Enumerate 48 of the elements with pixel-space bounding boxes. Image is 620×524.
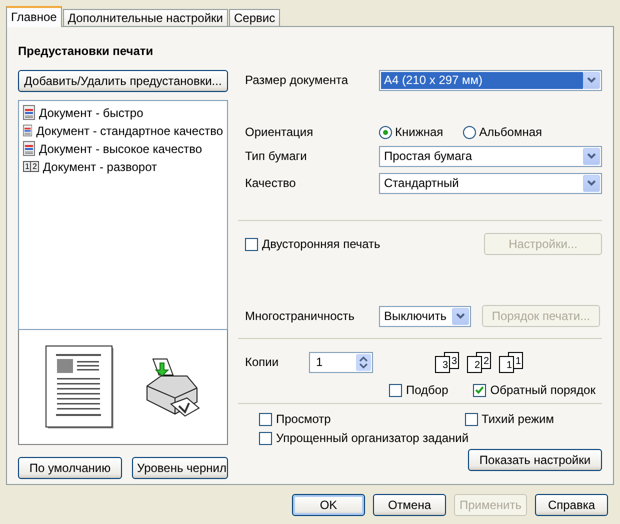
dialog-button[interactable]: Справка — [535, 494, 608, 516]
ink-level-button[interactable]: Уровень чернил — [132, 457, 228, 479]
checkbox-label: Тихий режим — [482, 412, 554, 426]
checkbox-label: Подбор — [406, 383, 448, 397]
radio-label: Альбомная — [479, 125, 542, 139]
document-icon — [23, 123, 32, 138]
copies-spinner[interactable]: 1 — [309, 352, 373, 372]
preset-item[interactable]: Документ - стандартное качество — [36, 124, 223, 138]
radio-button[interactable] — [463, 126, 476, 138]
dropdown[interactable]: Простая бумага — [379, 146, 602, 166]
preset-item[interactable]: Документ - разворот — [42, 160, 158, 174]
checkbox-label: Просмотр — [276, 412, 331, 426]
radio-label: Книжная — [395, 125, 444, 139]
radio-button[interactable] — [379, 126, 392, 138]
field-label: Размер документа — [245, 73, 350, 87]
spin-arrows-icon[interactable] — [359, 356, 368, 368]
add-remove-presets-button[interactable]: Добавить/Удалить предустановки... — [18, 70, 228, 92]
preset-item[interactable]: Документ - быстро — [39, 106, 144, 120]
show-settings-button[interactable]: Показать настройки — [468, 449, 602, 471]
field-label: Ориентация — [245, 125, 314, 139]
dropdown[interactable]: A4 (210 x 297 мм) — [379, 70, 602, 90]
printer-drawing — [145, 356, 202, 418]
checkbox[interactable] — [245, 238, 258, 250]
checkbox[interactable] — [473, 384, 486, 396]
defaults-button[interactable]: По умолчанию — [18, 457, 122, 479]
spread-icon: 1 2 — [23, 161, 39, 172]
field-label: Качество — [245, 176, 297, 190]
tab[interactable]: Главное — [6, 6, 62, 27]
dropdown[interactable]: Стандартный — [379, 172, 602, 194]
dialog-button[interactable]: OK — [292, 494, 365, 516]
dialog-button[interactable]: Отмена — [373, 494, 446, 516]
checkbox[interactable] — [259, 412, 272, 426]
section-title: Предустановки печати — [18, 44, 154, 60]
checkbox-label: Двусторонняя печать — [262, 237, 380, 251]
tab[interactable]: Сервис — [229, 9, 280, 26]
checkbox-label: Обратный порядок — [490, 383, 596, 397]
field-label: Тип бумаги — [245, 149, 308, 163]
preset-item[interactable]: Документ - высокое качество — [39, 142, 202, 156]
checkbox-label: Упрощенный организатор заданий — [276, 431, 469, 445]
dropdown[interactable]: Выключить — [379, 306, 471, 326]
document-icon — [23, 141, 35, 156]
tab[interactable]: Дополнительные настройки — [62, 9, 228, 26]
checkbox[interactable] — [389, 384, 402, 396]
field-label: Копии — [245, 355, 280, 369]
document-icon — [23, 105, 35, 120]
checkbox[interactable] — [259, 432, 272, 444]
field-label: Многостраничность — [245, 309, 356, 323]
checkbox[interactable] — [464, 412, 478, 426]
